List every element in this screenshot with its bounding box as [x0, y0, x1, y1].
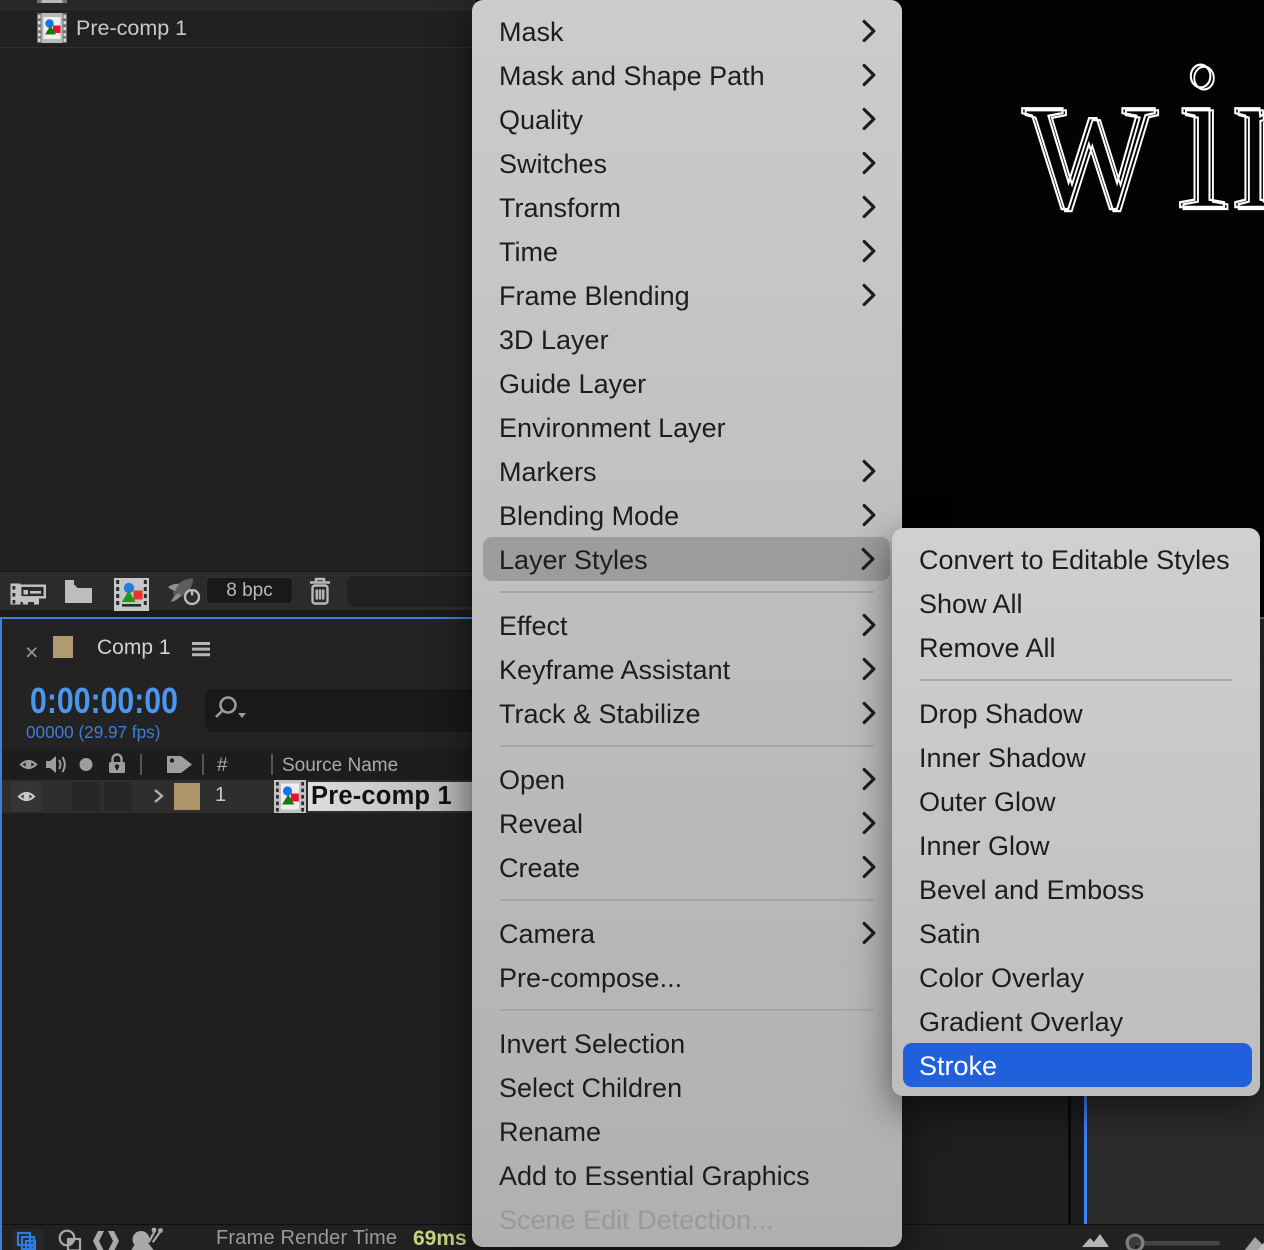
- svg-text:#: #: [217, 755, 228, 776]
- svg-text:Source Name: Source Name: [282, 755, 398, 776]
